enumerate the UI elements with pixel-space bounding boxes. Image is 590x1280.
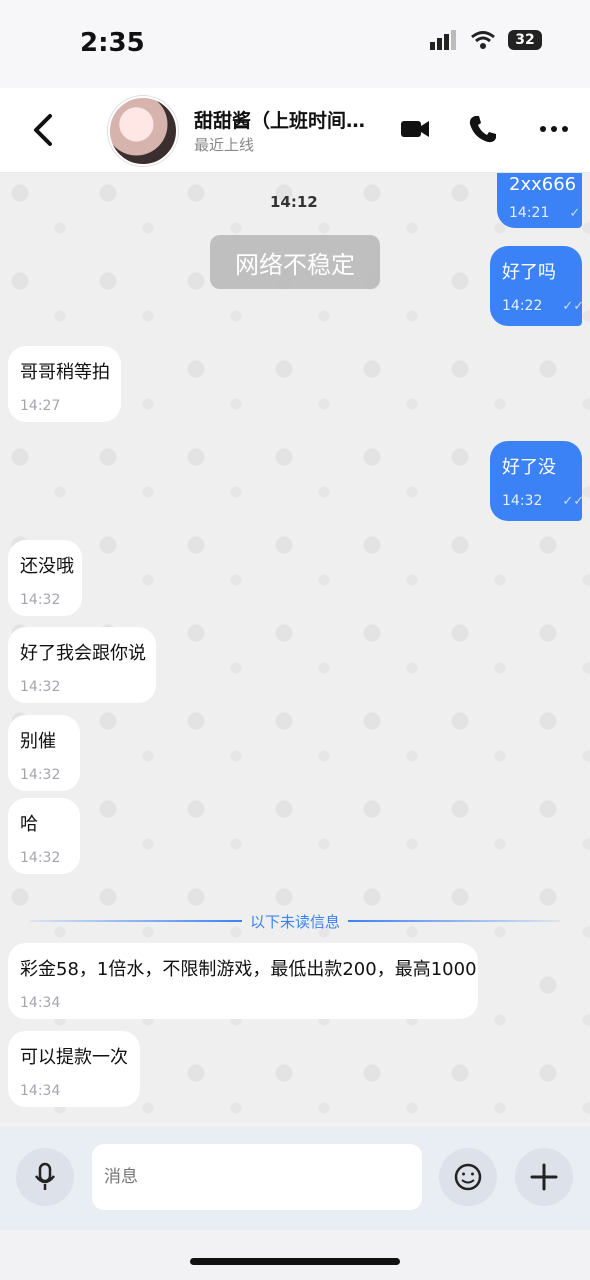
home-indicator[interactable] xyxy=(190,1258,400,1265)
message-bubble[interactable]: 别催 14:32 xyxy=(8,715,80,791)
contact-avatar[interactable] xyxy=(108,96,178,166)
message-bubble[interactable]: 好了没 14:32 ✓✓ xyxy=(490,441,585,521)
chat-history[interactable]: 2xx666 2xx666 14:21✓ 14:12 网络不稳定 好了吗 14:… xyxy=(0,173,590,1123)
message-bubble[interactable]: 哥哥稍等拍 14:27 xyxy=(8,346,121,422)
chat-header: 甜甜酱（上班时间… 最近上线 xyxy=(0,88,590,173)
attach-button[interactable] xyxy=(515,1148,573,1206)
read-receipt-icon: ✓✓ xyxy=(562,494,585,509)
unread-label: 以下未读信息 xyxy=(250,912,341,931)
read-receipt-icon: ✓ xyxy=(569,206,581,221)
network-warning: 网络不稳定 xyxy=(210,235,380,289)
composer-bar xyxy=(0,1126,590,1230)
microphone-icon xyxy=(35,1162,55,1190)
message-bubble[interactable]: 哈 14:32 xyxy=(8,798,80,874)
emoji-button[interactable] xyxy=(439,1148,497,1206)
back-arrow-icon[interactable] xyxy=(28,110,58,150)
message-bubble[interactable]: 彩金58，1倍水，不限制游戏，最低出款200，最高1000 14:34 xyxy=(8,943,478,1019)
phone-call-icon[interactable] xyxy=(466,112,500,146)
emoji-icon xyxy=(454,1163,482,1191)
read-receipt-icon: ✓✓ xyxy=(562,299,585,314)
status-bar: 2:35 32 xyxy=(0,0,590,88)
more-options-icon[interactable] xyxy=(538,112,572,146)
message-bubble[interactable]: 好了我会跟你说 14:32 xyxy=(8,627,156,703)
message-bubble[interactable]: 2xx666 14:21 ✓ xyxy=(497,173,582,228)
message-bubble[interactable]: 好了吗 14:22 ✓✓ xyxy=(490,246,585,326)
message-bubble[interactable]: 还没哦 14:32 xyxy=(8,540,82,616)
unread-divider: 以下未读信息 xyxy=(30,909,561,933)
battery-icon: 32 xyxy=(508,30,542,50)
last-seen-status: 最近上线 xyxy=(194,136,255,154)
message-bubble[interactable]: 可以提款一次 14:34 xyxy=(8,1031,140,1107)
cellular-signal-icon xyxy=(430,30,456,50)
wifi-icon xyxy=(471,31,495,49)
message-input[interactable] xyxy=(92,1144,422,1210)
plus-icon xyxy=(530,1163,558,1191)
status-time: 2:35 xyxy=(80,28,145,58)
status-icons: 32 xyxy=(430,30,542,50)
voice-message-button[interactable] xyxy=(16,1148,74,1206)
date-pill: 14:12 xyxy=(270,193,318,211)
video-call-icon[interactable] xyxy=(398,112,432,146)
contact-name[interactable]: 甜甜酱（上班时间… xyxy=(194,106,365,133)
